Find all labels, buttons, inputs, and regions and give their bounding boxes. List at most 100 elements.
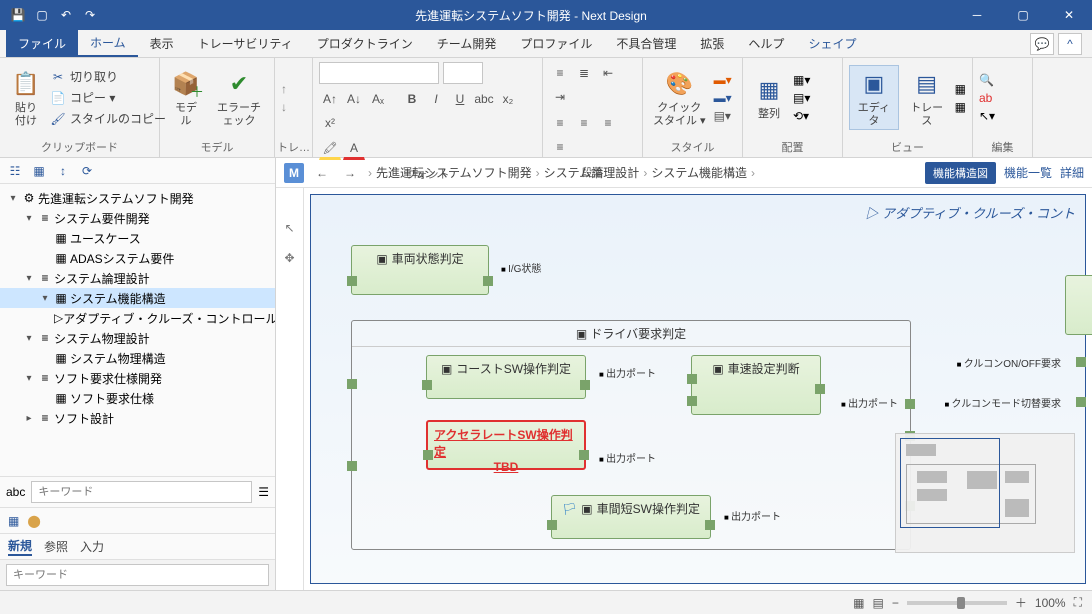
tab-profile[interactable]: プロファイル xyxy=(508,30,604,57)
node-coast-sw[interactable]: ▣コーストSW操作判定 xyxy=(426,355,586,399)
quickstyle-button[interactable]: 🎨 クイック スタイル ▾ xyxy=(649,66,710,128)
node-right-partial[interactable] xyxy=(1065,275,1092,335)
tab-shape[interactable]: シェイプ xyxy=(796,30,868,57)
trace-view-button[interactable]: ▤ トレース xyxy=(903,66,951,128)
tree-row[interactable]: ▾≡システム要件開発 xyxy=(0,208,275,228)
nav-back-icon[interactable]: ← xyxy=(312,163,332,183)
fill-color-button[interactable]: 🖍 xyxy=(319,138,341,160)
crumb[interactable]: 先進運転システムソフト開発 xyxy=(376,164,532,181)
subscript-button[interactable]: x₂ xyxy=(497,88,519,110)
tab-ref[interactable]: 参照 xyxy=(44,538,68,555)
indent-inc-icon[interactable]: ⇥ xyxy=(549,86,571,108)
node-accel-sw[interactable]: アクセラレートSW操作判定TBD xyxy=(426,420,586,470)
diagram-canvas[interactable]: ↖ ✥ アダプティブ・クルーズ・コント ▣車両状態判定 I/G状態 ▣ ドライバ… xyxy=(276,188,1092,590)
redo-icon[interactable]: ↷ xyxy=(82,7,98,23)
rotate-icon[interactable]: ⟲▾ xyxy=(793,109,810,123)
tree-row[interactable]: ▾≡システム物理設計 xyxy=(0,328,275,348)
align-justify-icon[interactable]: ≡ xyxy=(549,136,571,158)
tab-file[interactable]: ファイル xyxy=(6,30,78,57)
superscript-button[interactable]: x² xyxy=(319,112,341,134)
panel-icon[interactable]: ▦ xyxy=(8,514,19,528)
errcheck-button[interactable]: ✔ エラーチェック xyxy=(210,66,268,128)
tree-row[interactable]: ▸≡ソフト設計 xyxy=(0,408,275,428)
node-short-sw[interactable]: 🏳▣車間短SW操作判定 xyxy=(551,495,711,539)
line-icon[interactable]: ▬▾ xyxy=(714,91,732,105)
font-name-input[interactable] xyxy=(319,62,439,84)
tab-input[interactable]: 入力 xyxy=(80,538,104,555)
zoom-slider[interactable] xyxy=(907,601,1007,605)
view-opt1-icon[interactable]: ▦ xyxy=(955,82,966,96)
model-button[interactable]: 📦＋ モデル xyxy=(166,66,206,128)
align-left-icon[interactable]: ≡ xyxy=(549,112,571,134)
up-icon[interactable]: ↑ xyxy=(281,82,287,96)
find-icon[interactable]: 🔍 xyxy=(979,73,995,87)
node-speed-set[interactable]: ▣車速設定判断 xyxy=(691,355,821,415)
paste-button[interactable]: 📋 貼り付け xyxy=(6,66,46,128)
order-icon[interactable]: ▤▾ xyxy=(793,91,810,105)
tree-row[interactable]: ▾≡ソフト要求仕様開発 xyxy=(0,368,275,388)
clear-format-icon[interactable]: Aₓ xyxy=(367,88,389,110)
font-size-input[interactable] xyxy=(443,62,483,84)
fill-icon[interactable]: ▬▾ xyxy=(714,73,732,87)
align-button[interactable]: ▦ 整列 xyxy=(749,72,789,122)
linestyle-icon[interactable]: ▤▾ xyxy=(714,109,732,123)
undo-icon[interactable]: ↶ xyxy=(58,7,74,23)
copy-button[interactable]: 📄コピー ▾ xyxy=(50,89,166,106)
view-chip[interactable]: 機能構造図 xyxy=(925,162,996,184)
flag-icon[interactable]: ⬤ xyxy=(27,514,40,528)
tree-row[interactable]: ▾⚙先進運転システムソフト開発 xyxy=(0,188,275,208)
view-mode1-icon[interactable]: ▦ xyxy=(853,596,864,610)
tab-trace[interactable]: トレーサビリティ xyxy=(186,30,305,57)
model-chip[interactable]: M xyxy=(284,163,304,183)
font-shrink-icon[interactable]: A↓ xyxy=(343,88,365,110)
collapse-ribbon-icon[interactable]: ^ xyxy=(1058,33,1082,55)
tree-row[interactable]: ▦システム物理構造 xyxy=(0,348,275,368)
indent-dec-icon[interactable]: ⇤ xyxy=(597,62,619,84)
tree-refresh-icon[interactable]: ⟳ xyxy=(78,162,96,180)
bottom-search-input[interactable] xyxy=(6,564,269,586)
tab-team[interactable]: チーム開発 xyxy=(425,30,509,57)
tab-new[interactable]: 新規 xyxy=(8,537,32,556)
tree-search-input[interactable] xyxy=(31,481,252,503)
group-icon[interactable]: ▦▾ xyxy=(793,73,810,87)
tab-help[interactable]: ヘルプ xyxy=(736,30,796,57)
minimize-button[interactable]: ─ xyxy=(954,0,1000,30)
tab-defect[interactable]: 不具合管理 xyxy=(604,30,688,57)
tree-row[interactable]: ▾▦システム機能構造 xyxy=(0,288,275,308)
font-color-button[interactable]: A xyxy=(343,138,365,160)
view-mode2-icon[interactable]: ▤ xyxy=(873,596,884,610)
tab-view[interactable]: 表示 xyxy=(138,30,186,57)
font-grow-icon[interactable]: A↑ xyxy=(319,88,341,110)
stylecopy-button[interactable]: 🖌スタイルのコピー xyxy=(50,110,166,127)
tree-filter-icon[interactable]: ▦ xyxy=(30,162,48,180)
tree-row[interactable]: ▷アダプティブ・クルーズ・コントロール xyxy=(0,308,275,328)
save-icon[interactable]: 💾 xyxy=(10,7,26,23)
zoom-out-icon[interactable]: − xyxy=(892,596,899,610)
tab-home[interactable]: ホーム xyxy=(78,30,138,57)
crumb[interactable]: システム機能構造 xyxy=(651,164,747,181)
comment-icon[interactable]: 💬 xyxy=(1030,33,1054,55)
filter-options-icon[interactable]: ☰ xyxy=(258,485,269,499)
down-icon[interactable]: ↓ xyxy=(281,100,287,114)
close-button[interactable]: ✕ xyxy=(1046,0,1092,30)
tool-pointer-icon[interactable]: ↖ xyxy=(280,218,300,238)
tree-row[interactable]: ▦ソフト要求仕様 xyxy=(0,388,275,408)
view-opt2-icon[interactable]: ▦ xyxy=(955,100,966,114)
align-right-icon[interactable]: ≡ xyxy=(597,112,619,134)
cut-button[interactable]: ✂切り取り xyxy=(50,68,166,85)
link-list[interactable]: 機能一覧 xyxy=(1004,164,1052,181)
underline-button[interactable]: U xyxy=(449,88,471,110)
maximize-button[interactable]: ▢ xyxy=(1000,0,1046,30)
italic-button[interactable]: I xyxy=(425,88,447,110)
tree-mode-icon[interactable]: ☷ xyxy=(6,162,24,180)
minimap[interactable] xyxy=(895,433,1075,553)
link-detail[interactable]: 詳細 xyxy=(1060,164,1084,181)
bullets-icon[interactable]: ≡ xyxy=(549,62,571,84)
new-icon[interactable]: ▢ xyxy=(34,7,50,23)
tree-row[interactable]: ▦ADASシステム要件 xyxy=(0,248,275,268)
tab-product[interactable]: プロダクトライン xyxy=(305,30,425,57)
zoom-fit-icon[interactable]: ⛶ xyxy=(1074,595,1082,610)
model-tree[interactable]: ▾⚙先進運転システムソフト開発▾≡システム要件開発▦ユースケース▦ADASシステ… xyxy=(0,184,275,476)
zoom-in-icon[interactable]: ＋ xyxy=(1015,594,1027,611)
tree-sort-icon[interactable]: ↕ xyxy=(54,162,72,180)
